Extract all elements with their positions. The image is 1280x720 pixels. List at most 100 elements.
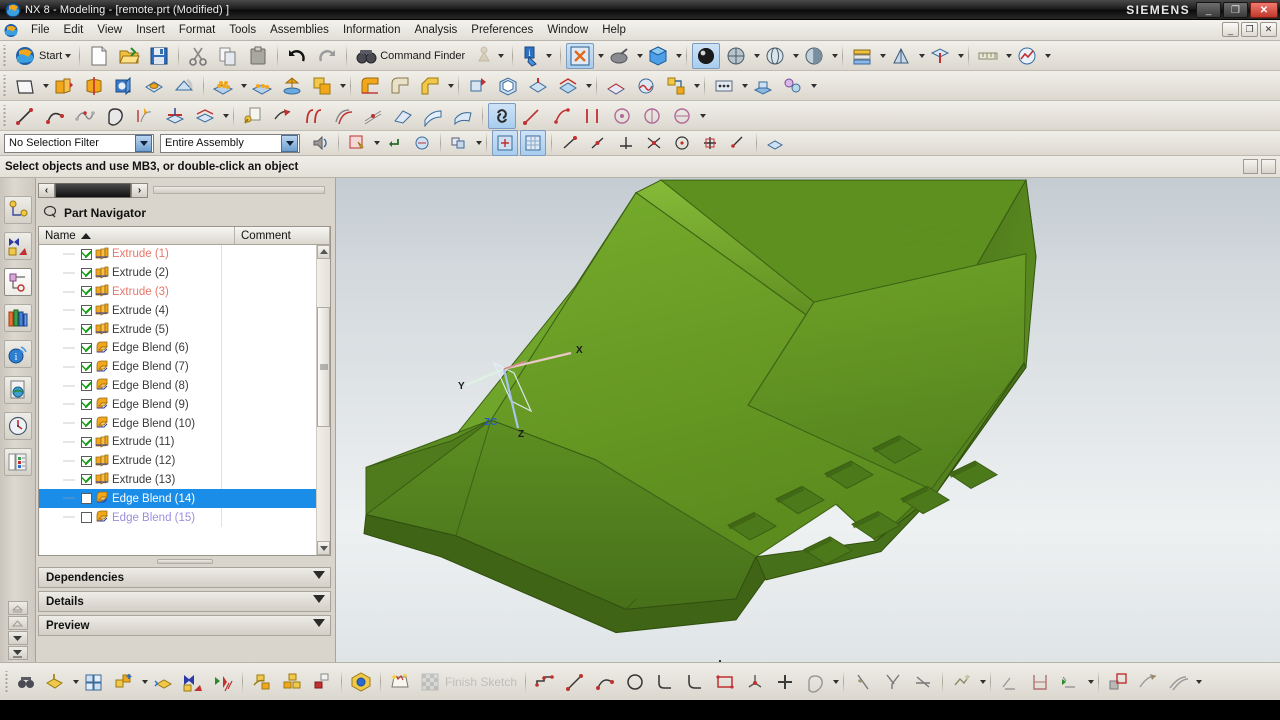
maximize-button[interactable]: ❐ <box>1223 2 1248 18</box>
geometric-constraint-button[interactable] <box>996 669 1024 695</box>
curve-analysis-button[interactable] <box>638 103 666 129</box>
constraint-navigator-icon[interactable] <box>3 232 32 260</box>
sketch-chamfer-button[interactable] <box>681 669 709 695</box>
table-row[interactable]: Edge Blend (9) <box>39 395 316 415</box>
chevron-down-icon[interactable] <box>1196 679 1203 684</box>
mirror-body-button[interactable] <box>179 669 207 695</box>
tree-vertical-scrollbar[interactable] <box>316 245 330 555</box>
tree-row-comment-cell[interactable] <box>221 282 316 302</box>
project-curve-sketch-button[interactable] <box>1134 669 1162 695</box>
bridge-curve-button[interactable] <box>299 103 327 129</box>
table-row[interactable]: Edge Blend (15) <box>39 508 316 527</box>
close-button[interactable]: ✕ <box>1250 2 1278 18</box>
feature-checkbox[interactable] <box>81 342 92 354</box>
feature-checkbox[interactable] <box>81 267 92 279</box>
panel-dependencies[interactable]: Dependencies <box>38 567 331 588</box>
fit-view-button[interactable] <box>566 42 595 69</box>
chevron-down-icon[interactable] <box>754 53 761 58</box>
tree-row-comment-cell[interactable] <box>221 320 316 339</box>
spline-button[interactable] <box>71 103 99 129</box>
convert-reference-button[interactable] <box>1104 669 1132 695</box>
chevron-down-icon[interactable] <box>793 53 800 58</box>
show-constraints-button[interactable] <box>1026 669 1054 695</box>
scroll-up-button[interactable] <box>7 616 28 630</box>
toolbar-grip-icon[interactable] <box>2 74 8 97</box>
midpoint-snap[interactable] <box>585 130 611 156</box>
intersection-snap[interactable] <box>641 130 667 156</box>
inferred-constraint-button[interactable] <box>948 669 976 695</box>
new-button[interactable] <box>85 43 113 69</box>
roles-icon[interactable] <box>3 448 32 476</box>
mdi-restore-button[interactable]: ❐ <box>1241 22 1258 37</box>
offset-region-button[interactable] <box>149 669 177 695</box>
menu-analysis[interactable]: Analysis <box>407 22 464 38</box>
selection-scope-combo[interactable]: Entire Assembly <box>160 133 300 153</box>
tab-scroll-track[interactable] <box>55 182 131 198</box>
chevron-down-icon[interactable] <box>43 83 49 88</box>
animate-dimension-button[interactable] <box>1056 669 1084 695</box>
line-button[interactable] <box>11 103 39 129</box>
chevron-down-icon[interactable] <box>958 53 965 58</box>
hd3d-tools-icon[interactable]: i <box>3 340 32 368</box>
chevron-down-icon[interactable] <box>135 134 152 152</box>
menu-edit[interactable]: Edit <box>57 22 91 38</box>
table-row[interactable]: Edge Blend (6) <box>39 338 316 358</box>
menu-assemblies[interactable]: Assemblies <box>263 22 336 38</box>
sketch-line-button[interactable] <box>561 669 589 695</box>
mirror-feature-button[interactable] <box>278 73 306 99</box>
snap-grid-button[interactable] <box>520 130 546 156</box>
save-button[interactable] <box>145 43 173 69</box>
tree-row-name-cell[interactable]: Edge Blend (10) <box>39 414 221 433</box>
extract-geometry-button[interactable] <box>518 103 546 129</box>
boss-button[interactable] <box>140 73 168 99</box>
assembly-navigator-icon[interactable] <box>3 196 32 224</box>
tree-row-comment-cell[interactable] <box>221 301 316 321</box>
table-row[interactable]: Edge Blend (10) <box>39 414 316 433</box>
tree-row-comment-cell[interactable] <box>221 489 316 509</box>
menu-help[interactable]: Help <box>595 22 633 38</box>
tree-row-comment-cell[interactable] <box>221 432 316 452</box>
utility-button[interactable] <box>13 669 39 695</box>
chevron-down-icon[interactable] <box>832 53 839 58</box>
extrude-button[interactable] <box>50 73 78 99</box>
unite-button[interactable] <box>308 73 336 99</box>
sketch-arc-button[interactable] <box>591 669 619 695</box>
shaded-button[interactable] <box>692 42 721 69</box>
arc-center-snap[interactable] <box>669 130 695 156</box>
tree-row-name-cell[interactable]: Edge Blend (7) <box>39 357 221 377</box>
feature-checkbox[interactable] <box>81 286 92 298</box>
shell-button[interactable] <box>494 73 522 99</box>
replace-face-button[interactable] <box>278 669 306 695</box>
chevron-down-icon[interactable] <box>73 679 79 684</box>
chevron-down-icon[interactable] <box>637 53 644 58</box>
tree-row-comment-cell[interactable] <box>221 470 316 490</box>
menu-format[interactable]: Format <box>172 22 222 38</box>
mdi-minimize-button[interactable]: _ <box>1222 22 1239 37</box>
zoom-button[interactable] <box>605 43 633 69</box>
offset-face-button[interactable] <box>524 73 552 99</box>
sketch-button[interactable] <box>11 73 39 99</box>
chevron-down-icon[interactable] <box>374 141 380 145</box>
selection-filter-combo[interactable]: No Selection Filter <box>4 133 154 153</box>
graphics-viewport[interactable]: X Y Z ZC X Y Z <box>336 178 1280 662</box>
arc-button[interactable] <box>41 103 69 129</box>
menu-insert[interactable]: Insert <box>129 22 172 38</box>
transform-button[interactable] <box>578 103 606 129</box>
measure-button[interactable] <box>974 43 1002 69</box>
chevron-down-icon[interactable] <box>676 53 683 58</box>
control-point-snap[interactable] <box>613 130 639 156</box>
feature-checkbox[interactable] <box>81 380 92 392</box>
menu-information[interactable]: Information <box>336 22 408 38</box>
tab-scroll-right-button[interactable]: › <box>131 182 148 198</box>
tree-row-comment-cell[interactable] <box>221 395 316 415</box>
feature-checkbox[interactable] <box>81 512 92 524</box>
feature-checkbox[interactable] <box>81 361 92 373</box>
resize-face-button[interactable] <box>248 669 276 695</box>
finish-sketch-button[interactable]: Finish Sketch <box>416 669 520 695</box>
pattern-face-button[interactable] <box>209 73 237 99</box>
tree-row-name-cell[interactable]: Edge Blend (15) <box>39 508 221 527</box>
scroll-down-button[interactable] <box>7 631 28 645</box>
tree-row-name-cell[interactable]: Extrude (3) <box>39 282 221 302</box>
back-selection-button[interactable] <box>381 130 407 156</box>
tree-row-comment-cell[interactable] <box>221 451 316 471</box>
